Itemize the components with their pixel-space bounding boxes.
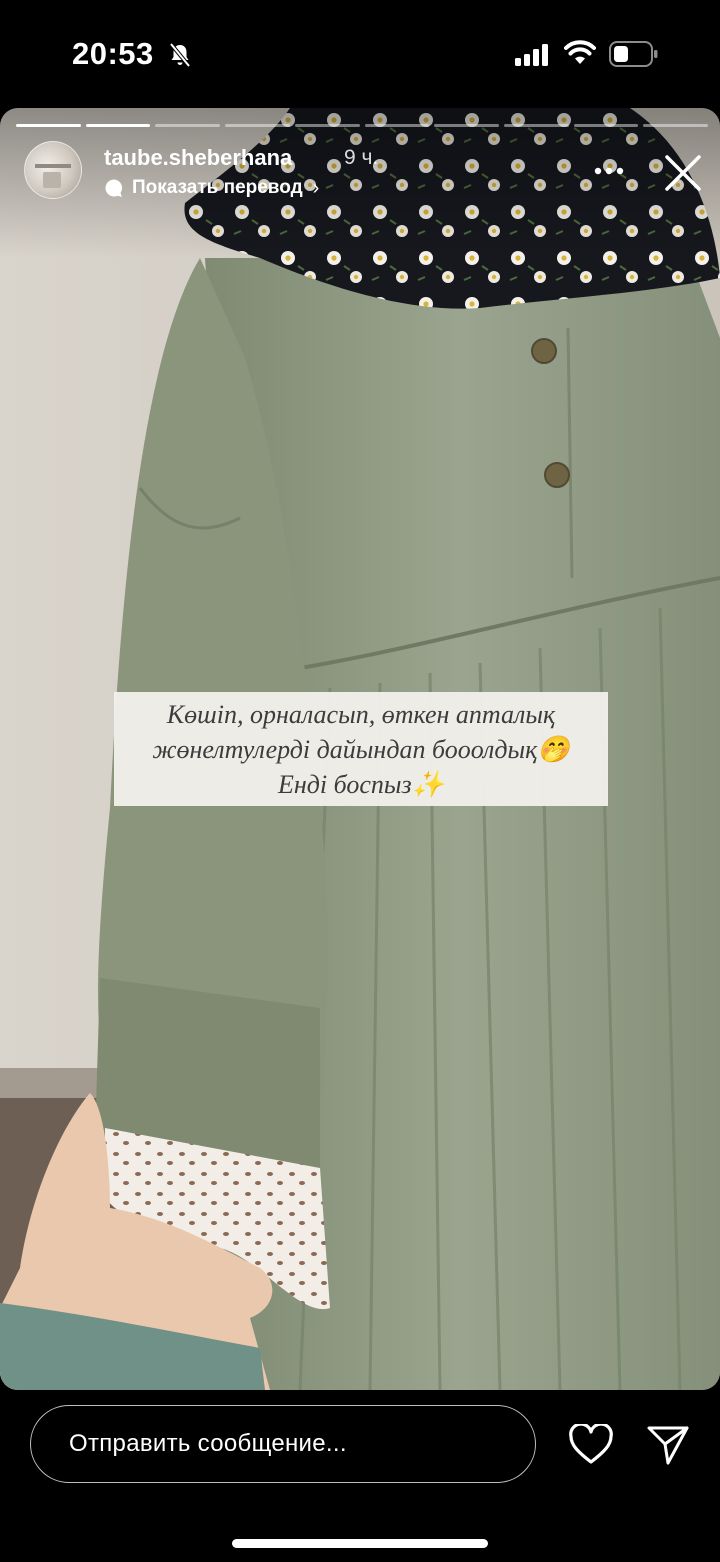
story-viewer[interactable]: taube.sheberhana 9 ч. Показать перевод ›… xyxy=(0,108,720,1390)
message-placeholder: Отправить сообщение... xyxy=(69,1430,347,1457)
progress-segment xyxy=(155,124,221,127)
caption-line: Енді боспыз✨ xyxy=(277,769,445,799)
home-indicator[interactable] xyxy=(232,1539,488,1548)
progress-segment xyxy=(503,124,569,127)
progress-segment xyxy=(85,124,151,127)
progress-segment xyxy=(364,124,430,127)
story-progress xyxy=(16,124,709,127)
caption-line: Көшіп, орналасып, өткен апталық xyxy=(166,699,556,729)
caption-line: жөнелтулерді дайындап бооолдық🤭 xyxy=(152,734,570,764)
speech-bubble-icon xyxy=(104,178,124,198)
heart-icon[interactable] xyxy=(568,1422,614,1471)
battery-icon xyxy=(609,41,659,72)
more-options-icon[interactable] xyxy=(593,163,625,181)
status-bar: 20:53 xyxy=(0,0,720,108)
show-translation-link[interactable]: Показать перевод › xyxy=(104,175,319,201)
username[interactable]: taube.sheberhana xyxy=(104,145,292,171)
close-icon[interactable] xyxy=(663,153,703,198)
send-message-input[interactable]: Отправить сообщение... xyxy=(30,1405,536,1483)
avatar[interactable] xyxy=(24,141,82,199)
progress-segment xyxy=(225,124,290,127)
status-time: 20:53 xyxy=(72,36,154,71)
progress-segment xyxy=(294,124,360,127)
avatar-item xyxy=(43,172,61,188)
translate-label: Показать перевод xyxy=(132,177,303,198)
story-caption: Көшіп, орналасып, өткен апталық жөнелтул… xyxy=(114,692,608,806)
progress-segment xyxy=(573,124,639,127)
progress-segment xyxy=(643,124,709,127)
send-icon[interactable] xyxy=(646,1424,690,1471)
wifi-icon xyxy=(564,40,596,71)
time-ago: 9 ч. xyxy=(344,146,379,169)
signal-icon xyxy=(515,44,551,71)
avatar-shelf xyxy=(35,164,71,168)
bell-slash-icon xyxy=(168,42,192,73)
progress-segment xyxy=(16,124,81,127)
progress-segment xyxy=(434,124,499,127)
chevron-right-icon: › xyxy=(312,176,320,199)
